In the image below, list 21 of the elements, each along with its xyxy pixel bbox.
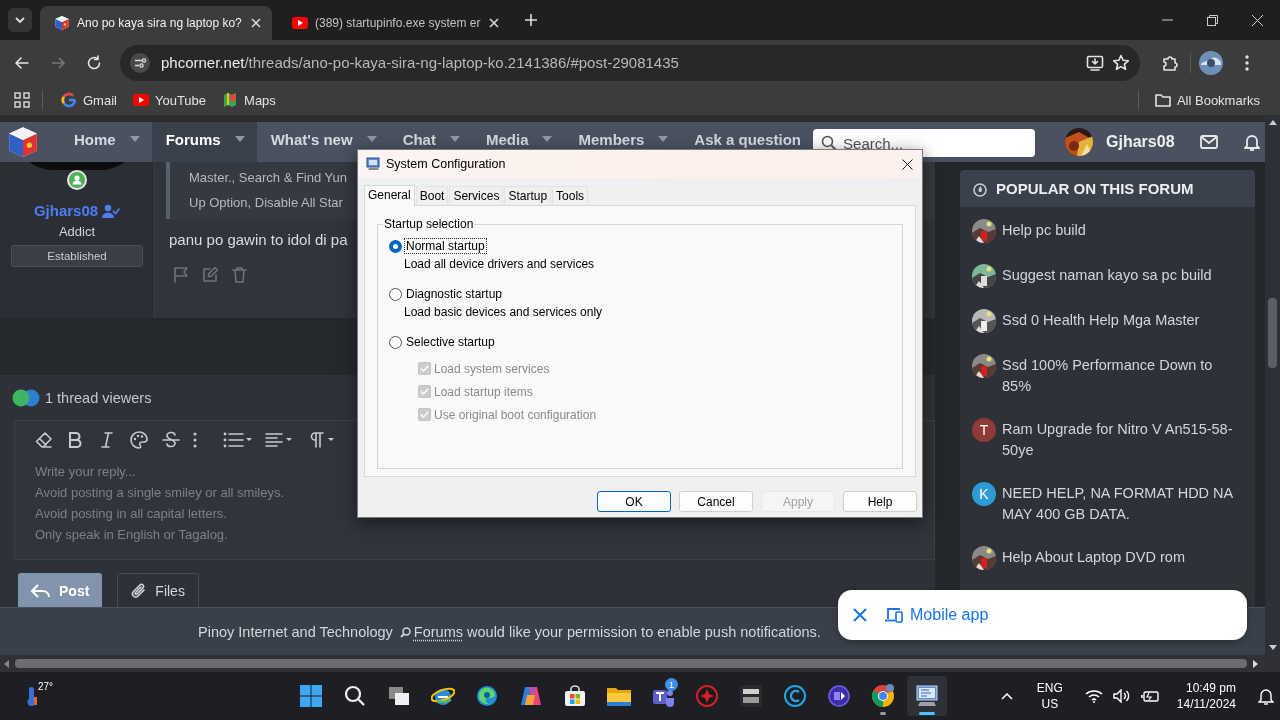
group-label: Startup selection: [383, 217, 475, 231]
checkbox-label: Load startup items: [434, 384, 533, 399]
user-banner: Established: [11, 245, 143, 267]
thread-viewers-count: 1 thread viewers: [45, 390, 152, 406]
letter-avatar: K: [972, 482, 996, 506]
username: Gjhars08: [1106, 133, 1175, 151]
user-title: Addict: [58, 224, 96, 239]
push-permission-message: Pinoy Internet and Technology Forums would like your permission to enable push notifications.: [198, 623, 821, 640]
author-name: Gjhars08: [33, 202, 99, 219]
checkbox-label: Use original boot configuration: [434, 407, 597, 422]
option-description: Load all device drivers and services: [404, 257, 596, 271]
post-message: panu po gawin to idol di pa: [169, 231, 348, 248]
panel-title: POPULAR ON THIS FORUM: [996, 180, 1194, 197]
quote-text: Up Option, Disable All Star: [189, 194, 343, 212]
checkbox-label: Load system services: [434, 361, 550, 376]
option-description: Load basic devices and services only: [404, 305, 604, 319]
notification-badge: 1: [665, 678, 678, 691]
window-title: System Configuration: [386, 157, 507, 171]
quote-text: Master., Search & Find Yun: [189, 169, 347, 187]
letter-avatar: T: [972, 418, 996, 442]
temperature: 27°: [38, 681, 54, 692]
